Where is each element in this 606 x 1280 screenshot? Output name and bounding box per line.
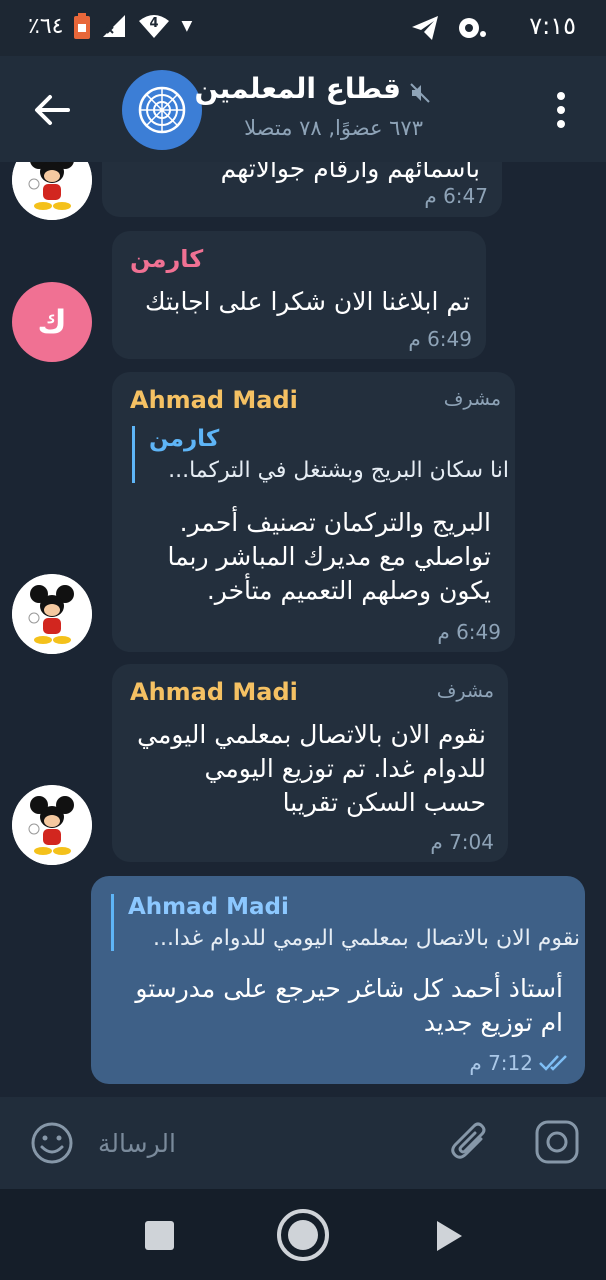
instant-camera-icon[interactable]: [534, 1119, 580, 1165]
message-text: تم ابلاغنا الان شكرا على اجابتك: [144, 287, 470, 316]
message-bubble[interactable]: Ahmad Madi مشرف كارمن انا سكان البريج وب…: [112, 372, 515, 652]
reply-text: نقوم الان بالاتصال بمعلمي اليومي للدوام …: [152, 926, 580, 951]
message-time: 6:49 م: [437, 620, 501, 644]
chat-header: قطاع المعلمين ٦٧٣ عضوًا, ٧٨ متصلا: [0, 56, 606, 162]
avatar-letter: ك: [37, 303, 67, 341]
message-text-line: أستاذ أحمد كل شاغر حيرجع على مدرستو: [135, 974, 563, 1003]
reply-quote[interactable]: كارمن انا سكان البريج وبشتغل في التركما.…: [132, 426, 509, 483]
avatar[interactable]: [12, 574, 92, 654]
message-time: 7:04 م: [430, 830, 494, 854]
un-emblem-icon: [138, 86, 186, 134]
message-text-line: للدوام غدا. تم توزيع اليومي: [204, 754, 486, 783]
message-text-line: تواصلي مع مديرك المباشر ربما: [167, 542, 491, 571]
status-left-group: ٪٦٤ 4 ▼: [28, 12, 192, 40]
recent-apps-button[interactable]: [145, 1221, 174, 1250]
status-right-icons: [410, 14, 486, 42]
message-time: 6:47 م: [424, 184, 488, 208]
battery-percent: ٪٦٤: [28, 13, 64, 39]
dropdown-arrow-icon: ▼: [181, 18, 193, 34]
sender-name[interactable]: Ahmad Madi: [130, 678, 298, 706]
message-composer: [0, 1097, 606, 1189]
message-bubble[interactable]: كارمن تم ابلاغنا الان شكرا على اجابتك 6:…: [112, 231, 486, 359]
message-bubble[interactable]: باسمائهم وأرقام جوالاتهم 6:47 م: [102, 162, 502, 217]
message-text-line: البريج والتركمان تصنيف أحمر.: [179, 508, 491, 537]
back-arrow-icon[interactable]: [30, 88, 74, 132]
muted-speaker-icon: [410, 83, 430, 103]
admin-badge: مشرف: [443, 388, 501, 410]
group-avatar[interactable]: [122, 70, 202, 150]
mickey-avatar-icon: [12, 785, 92, 865]
sender-name[interactable]: Ahmad Madi: [130, 386, 298, 414]
message-text-line: نقوم الان بالاتصال بمعلمي اليومي: [137, 720, 486, 749]
avatar[interactable]: ك: [12, 282, 92, 362]
admin-badge: مشرف: [436, 680, 494, 702]
message-list[interactable]: باسمائهم وأرقام جوالاتهم 6:47 م ك كارمن …: [0, 162, 606, 1097]
reply-sender-name: Ahmad Madi: [128, 894, 289, 920]
group-title[interactable]: قطاع المعلمين: [194, 72, 401, 105]
back-triangle-button[interactable]: [434, 1219, 464, 1253]
avatar[interactable]: [12, 162, 92, 220]
battery-icon: [74, 13, 91, 39]
emoji-icon[interactable]: [30, 1121, 74, 1165]
message-time: 6:49 م: [408, 327, 472, 351]
system-navigation-bar: [0, 1189, 606, 1280]
paperclip-icon[interactable]: [448, 1119, 492, 1167]
reply-sender-name: كارمن: [149, 426, 220, 452]
message-text: باسمائهم وأرقام جوالاتهم: [220, 162, 480, 183]
message-text-line: ام توزيع جديد: [423, 1008, 563, 1037]
reply-text: انا سكان البريج وبشتغل في التركما...: [168, 458, 509, 483]
avatar[interactable]: [12, 785, 92, 865]
status-time: ٧:١٥: [529, 12, 576, 40]
double-check-icon: [539, 1055, 567, 1071]
outgoing-message-bubble[interactable]: Ahmad Madi نقوم الان بالاتصال بمعلمي الي…: [91, 876, 585, 1084]
message-bubble[interactable]: Ahmad Madi مشرف نقوم الان بالاتصال بمعلم…: [112, 664, 508, 862]
camera-notification-icon: [459, 18, 486, 38]
home-button[interactable]: [276, 1208, 330, 1262]
message-text-line: يكون وصلهم التعميم متأخر.: [206, 576, 491, 605]
sender-name[interactable]: كارمن: [130, 245, 203, 273]
telegram-icon: [412, 16, 438, 40]
reply-quote[interactable]: Ahmad Madi نقوم الان بالاتصال بمعلمي الي…: [111, 894, 580, 951]
status-bar: ٪٦٤ 4 ▼ ٧:١٥: [0, 0, 606, 56]
message-text-line: حسب السكن تقريبا: [282, 788, 486, 817]
wifi-icon: 4: [137, 13, 171, 39]
more-options-icon[interactable]: [548, 92, 574, 128]
message-input[interactable]: [96, 1117, 430, 1169]
signal-badge: 4: [149, 16, 159, 31]
no-sim-icon: [103, 15, 126, 37]
member-count: ٦٧٣ عضوًا, ٧٨ متصلا: [244, 116, 423, 140]
mickey-avatar-icon: [12, 574, 92, 654]
message-time: 7:12 م: [469, 1051, 533, 1075]
mickey-avatar-icon: [12, 162, 92, 220]
